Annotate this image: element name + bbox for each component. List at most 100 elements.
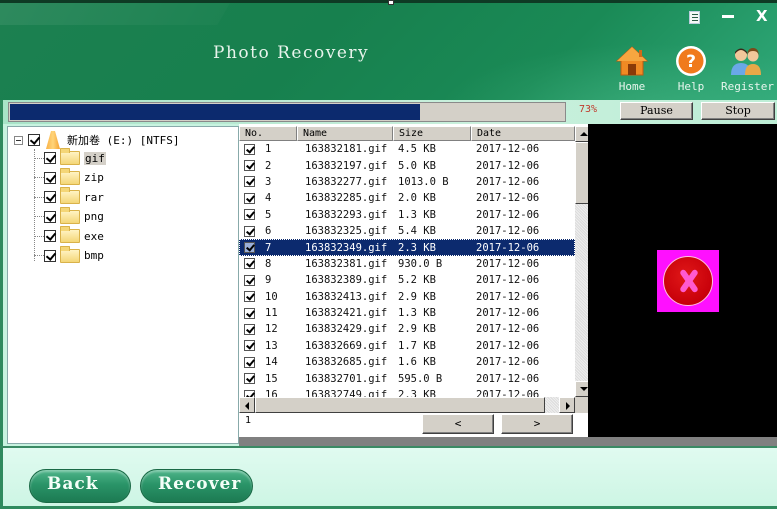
- column-header-no[interactable]: No.: [239, 126, 297, 141]
- prev-page-button[interactable]: <: [422, 414, 494, 434]
- file-checkbox[interactable]: [244, 192, 255, 204]
- minimize-button[interactable]: [722, 15, 734, 18]
- next-page-button[interactable]: >: [501, 414, 573, 434]
- tree-item-checkbox[interactable]: [44, 171, 56, 184]
- file-checkbox[interactable]: [244, 340, 255, 352]
- main-area: 新加卷 (E:) [NTFS] gif zip rar png exe bmp No. N…: [3, 124, 777, 446]
- collapse-toggle[interactable]: [14, 135, 23, 145]
- tree-item-rar[interactable]: rar: [34, 187, 104, 206]
- file-row[interactable]: 14 163832685.gif 1.6 KB 2017-12-06: [239, 354, 575, 370]
- progress-fill: [10, 104, 420, 120]
- file-checkbox[interactable]: [244, 373, 255, 385]
- file-row[interactable]: 2 163832197.gif 5.0 KB 2017-12-06: [239, 157, 575, 173]
- folder-icon: [60, 187, 80, 204]
- file-size: 5.4 KB: [398, 225, 436, 238]
- tree-item-exe[interactable]: exe: [34, 226, 104, 245]
- file-row[interactable]: 4 163832285.gif 2.0 KB 2017-12-06: [239, 190, 575, 206]
- tree-item-checkbox[interactable]: [44, 152, 56, 164]
- file-size: 930.0 B: [398, 257, 443, 270]
- file-name: 163832181.gif: [305, 143, 388, 156]
- pause-button[interactable]: Pause: [620, 102, 693, 120]
- column-header-date[interactable]: Date: [471, 126, 575, 141]
- close-button[interactable]: X: [756, 7, 768, 25]
- file-number: 16: [265, 389, 278, 397]
- file-row[interactable]: 5 163832293.gif 1.3 KB 2017-12-06: [239, 207, 575, 223]
- horizontal-scrollbar[interactable]: [239, 397, 575, 413]
- file-row[interactable]: 7 163832349.gif 2.3 KB 2017-12-06: [239, 239, 575, 256]
- file-row[interactable]: 16 163832749.gif 2.3 KB 2017-12-06: [239, 387, 575, 397]
- file-name: 163832325.gif: [305, 225, 388, 238]
- file-checkbox[interactable]: [244, 209, 255, 221]
- file-checkbox[interactable]: [244, 274, 255, 286]
- horizontal-scroll-thumb[interactable]: [255, 397, 545, 413]
- column-header-name[interactable]: Name: [297, 126, 393, 141]
- root-checkbox[interactable]: [28, 134, 40, 146]
- tree-connector: [34, 157, 44, 159]
- file-checkbox[interactable]: [244, 225, 255, 237]
- file-checkbox[interactable]: [244, 356, 255, 368]
- drive-icon: [46, 131, 60, 149]
- file-date: 2017-12-06: [476, 356, 540, 369]
- file-checkbox[interactable]: [244, 307, 255, 319]
- scroll-right-button[interactable]: [559, 397, 575, 413]
- file-row[interactable]: 6 163832325.gif 5.4 KB 2017-12-06: [239, 223, 575, 239]
- file-row[interactable]: 9 163832389.gif 5.2 KB 2017-12-06: [239, 272, 575, 288]
- file-checkbox[interactable]: [244, 323, 255, 335]
- register-button[interactable]: Register: [721, 45, 774, 93]
- file-row[interactable]: 1 163832181.gif 4.5 KB 2017-12-06: [239, 141, 575, 157]
- file-number: 5: [265, 208, 272, 221]
- file-row[interactable]: 13 163832669.gif 1.7 KB 2017-12-06: [239, 338, 575, 354]
- folder-icon: [60, 167, 80, 185]
- file-number: 2: [265, 159, 272, 172]
- tree-item-png[interactable]: png: [34, 206, 104, 226]
- file-row[interactable]: 11 163832421.gif 1.3 KB 2017-12-06: [239, 305, 575, 321]
- file-row[interactable]: 8 163832381.gif 930.0 B 2017-12-06: [239, 256, 575, 272]
- column-header-size[interactable]: Size: [393, 126, 471, 141]
- tree-item-checkbox[interactable]: [44, 230, 56, 242]
- preview-pane: [588, 124, 777, 437]
- file-checkbox[interactable]: [244, 176, 255, 188]
- file-name: 163832685.gif: [305, 356, 388, 369]
- tree-item-bmp[interactable]: bmp: [34, 245, 104, 265]
- file-row[interactable]: 15 163832701.gif 595.0 B 2017-12-06: [239, 370, 575, 386]
- page-number: 1: [245, 415, 252, 426]
- help-button[interactable]: ? Help: [666, 45, 716, 93]
- file-name: 163832277.gif: [305, 175, 388, 188]
- file-name: 163832381.gif: [305, 257, 388, 270]
- file-checkbox[interactable]: [244, 291, 255, 303]
- tree-connector: [34, 255, 44, 256]
- home-label: Home: [618, 80, 646, 93]
- recover-button[interactable]: Recover: [140, 469, 253, 503]
- file-row[interactable]: 3 163832277.gif 1013.0 B 2017-12-06: [239, 174, 575, 190]
- file-date: 2017-12-06: [476, 307, 540, 320]
- tree-item-gif[interactable]: gif: [34, 148, 106, 167]
- folder-icon: [60, 226, 80, 243]
- tree-root-drive[interactable]: 新加卷 (E:) [NTFS]: [14, 131, 179, 149]
- file-checkbox[interactable]: [244, 389, 255, 397]
- tree-item-checkbox[interactable]: [44, 249, 56, 262]
- tree-item-zip[interactable]: zip: [34, 167, 104, 187]
- broken-image-x-icon: [657, 250, 719, 312]
- home-button[interactable]: Home: [607, 45, 657, 93]
- file-size: 5.0 KB: [398, 159, 436, 172]
- file-size: 2.9 KB: [398, 323, 436, 336]
- tree-item-checkbox[interactable]: [44, 191, 56, 203]
- file-checkbox[interactable]: [244, 258, 255, 270]
- tree-item-checkbox[interactable]: [44, 210, 56, 223]
- menu-button[interactable]: [688, 11, 702, 25]
- file-row[interactable]: 10 163832413.gif 2.9 KB 2017-12-06: [239, 289, 575, 305]
- file-date: 2017-12-06: [476, 225, 540, 238]
- stop-button[interactable]: Stop: [701, 102, 775, 120]
- file-size: 2.3 KB: [398, 389, 436, 397]
- file-row[interactable]: 12 163832429.gif 2.9 KB 2017-12-06: [239, 321, 575, 337]
- file-checkbox[interactable]: [244, 143, 255, 155]
- file-checkbox[interactable]: [244, 242, 255, 254]
- back-button[interactable]: Back: [29, 469, 131, 503]
- folder-tree: 新加卷 (E:) [NTFS] gif zip rar png exe bmp: [7, 126, 239, 444]
- resize-handle[interactable]: [388, 0, 394, 5]
- file-checkbox[interactable]: [244, 160, 255, 172]
- scroll-left-button[interactable]: [239, 397, 255, 413]
- app-window: Photo Recovery X Home ? Help Register 73…: [0, 0, 777, 509]
- tree-item-label: bmp: [84, 249, 104, 262]
- file-date: 2017-12-06: [476, 192, 540, 205]
